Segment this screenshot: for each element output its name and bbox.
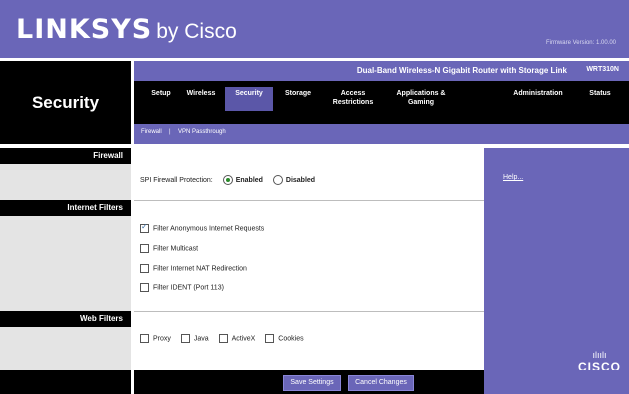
cookies-checkbox[interactable] [265, 334, 275, 343]
tab-wireless[interactable]: Wireless [181, 89, 221, 98]
spi-enabled-label: Enabled [235, 176, 263, 184]
bottom-right-bar [484, 370, 629, 394]
spi-enabled-radio[interactable] [222, 175, 233, 185]
java-checkbox[interactable] [180, 334, 190, 343]
save-settings-button[interactable]: Save Settings [283, 375, 341, 391]
filter-multicast-checkbox[interactable] [140, 244, 149, 253]
product-name: Dual-Band Wireless-N Gigabit Router with… [356, 66, 567, 75]
sub-nav: Firewall | VPN Passthrough [134, 124, 629, 144]
linksys-wordmark: LINKSYS [16, 14, 153, 45]
tab-applications-gaming[interactable]: Applications & Gaming [390, 89, 452, 107]
spi-firewall-label: SPI Firewall Protection: [140, 176, 213, 184]
tab-security[interactable]: Security [225, 87, 273, 111]
cancel-changes-button[interactable]: Cancel Changes [348, 375, 414, 391]
help-panel [484, 148, 629, 370]
web-filters-section-header: Web Filters [0, 311, 131, 327]
spi-disabled-label: Disabled [285, 176, 316, 184]
proxy-checkbox[interactable] [140, 334, 149, 343]
tab-setup[interactable]: Setup [147, 89, 175, 98]
filter-nat-redirection-label: Filter Internet NAT Redirection [153, 265, 247, 273]
section-divider [134, 200, 484, 201]
linksys-logo: LINKSYS by Cisco [16, 14, 237, 45]
firmware-version: Firmware Version: 1.00.00 [545, 40, 616, 46]
router-admin-page: LINKSYS by Cisco Firmware Version: 1.00.0… [0, 0, 629, 394]
filter-ident-checkbox[interactable] [140, 283, 149, 292]
subtab-firewall[interactable]: Firewall [141, 129, 162, 135]
cisco-bars-icon: ılıılı [592, 350, 607, 360]
spi-firewall-row: SPI Firewall Protection: Enabled Disable… [140, 175, 315, 185]
filter-ident-row: Filter IDENT (Port 113) [140, 283, 224, 292]
header-banner: LINKSYS by Cisco Firmware Version: 1.00.0… [0, 0, 629, 58]
spi-disabled-radio[interactable] [272, 175, 283, 185]
filter-anonymous-label: Filter Anonymous Internet Requests [153, 225, 265, 233]
filter-nat-redirection-checkbox[interactable] [140, 264, 149, 273]
tab-status[interactable]: Status [585, 89, 615, 98]
activex-label: ActiveX [231, 335, 256, 343]
subtab-divider: | [169, 129, 171, 135]
by-cisco-text: by Cisco [156, 20, 237, 43]
filter-anonymous-row: Filter Anonymous Internet Requests [140, 222, 265, 233]
internet-filters-section-header: Internet Filters [0, 200, 131, 216]
activex-checkbox[interactable] [218, 334, 228, 343]
firewall-section-header: Firewall [0, 148, 131, 164]
filter-nat-redirection-row: Filter Internet NAT Redirection [140, 264, 247, 273]
bottom-left-bar [0, 370, 131, 394]
filter-ident-label: Filter IDENT (Port 113) [153, 284, 224, 292]
java-label: Java [193, 335, 209, 343]
filter-anonymous-checkbox[interactable] [140, 222, 149, 233]
subtab-vpn-passthrough[interactable]: VPN Passthrough [178, 129, 226, 135]
proxy-label: Proxy [153, 335, 171, 343]
section-divider [134, 311, 484, 312]
filter-multicast-row: Filter Multicast [140, 244, 198, 253]
filter-multicast-label: Filter Multicast [153, 245, 199, 253]
tab-storage[interactable]: Storage [278, 89, 318, 98]
left-column [0, 148, 131, 394]
tab-administration[interactable]: Administration [508, 89, 568, 98]
page-title: Security [31, 93, 100, 112]
web-filters-row: Proxy Java ActiveX Cookies [140, 334, 304, 343]
tab-access-restrictions[interactable]: Access Restrictions [324, 89, 382, 107]
help-link[interactable]: Help... [503, 174, 523, 181]
model-number: WRT310N [586, 66, 619, 73]
cookies-label: Cookies [278, 335, 304, 343]
